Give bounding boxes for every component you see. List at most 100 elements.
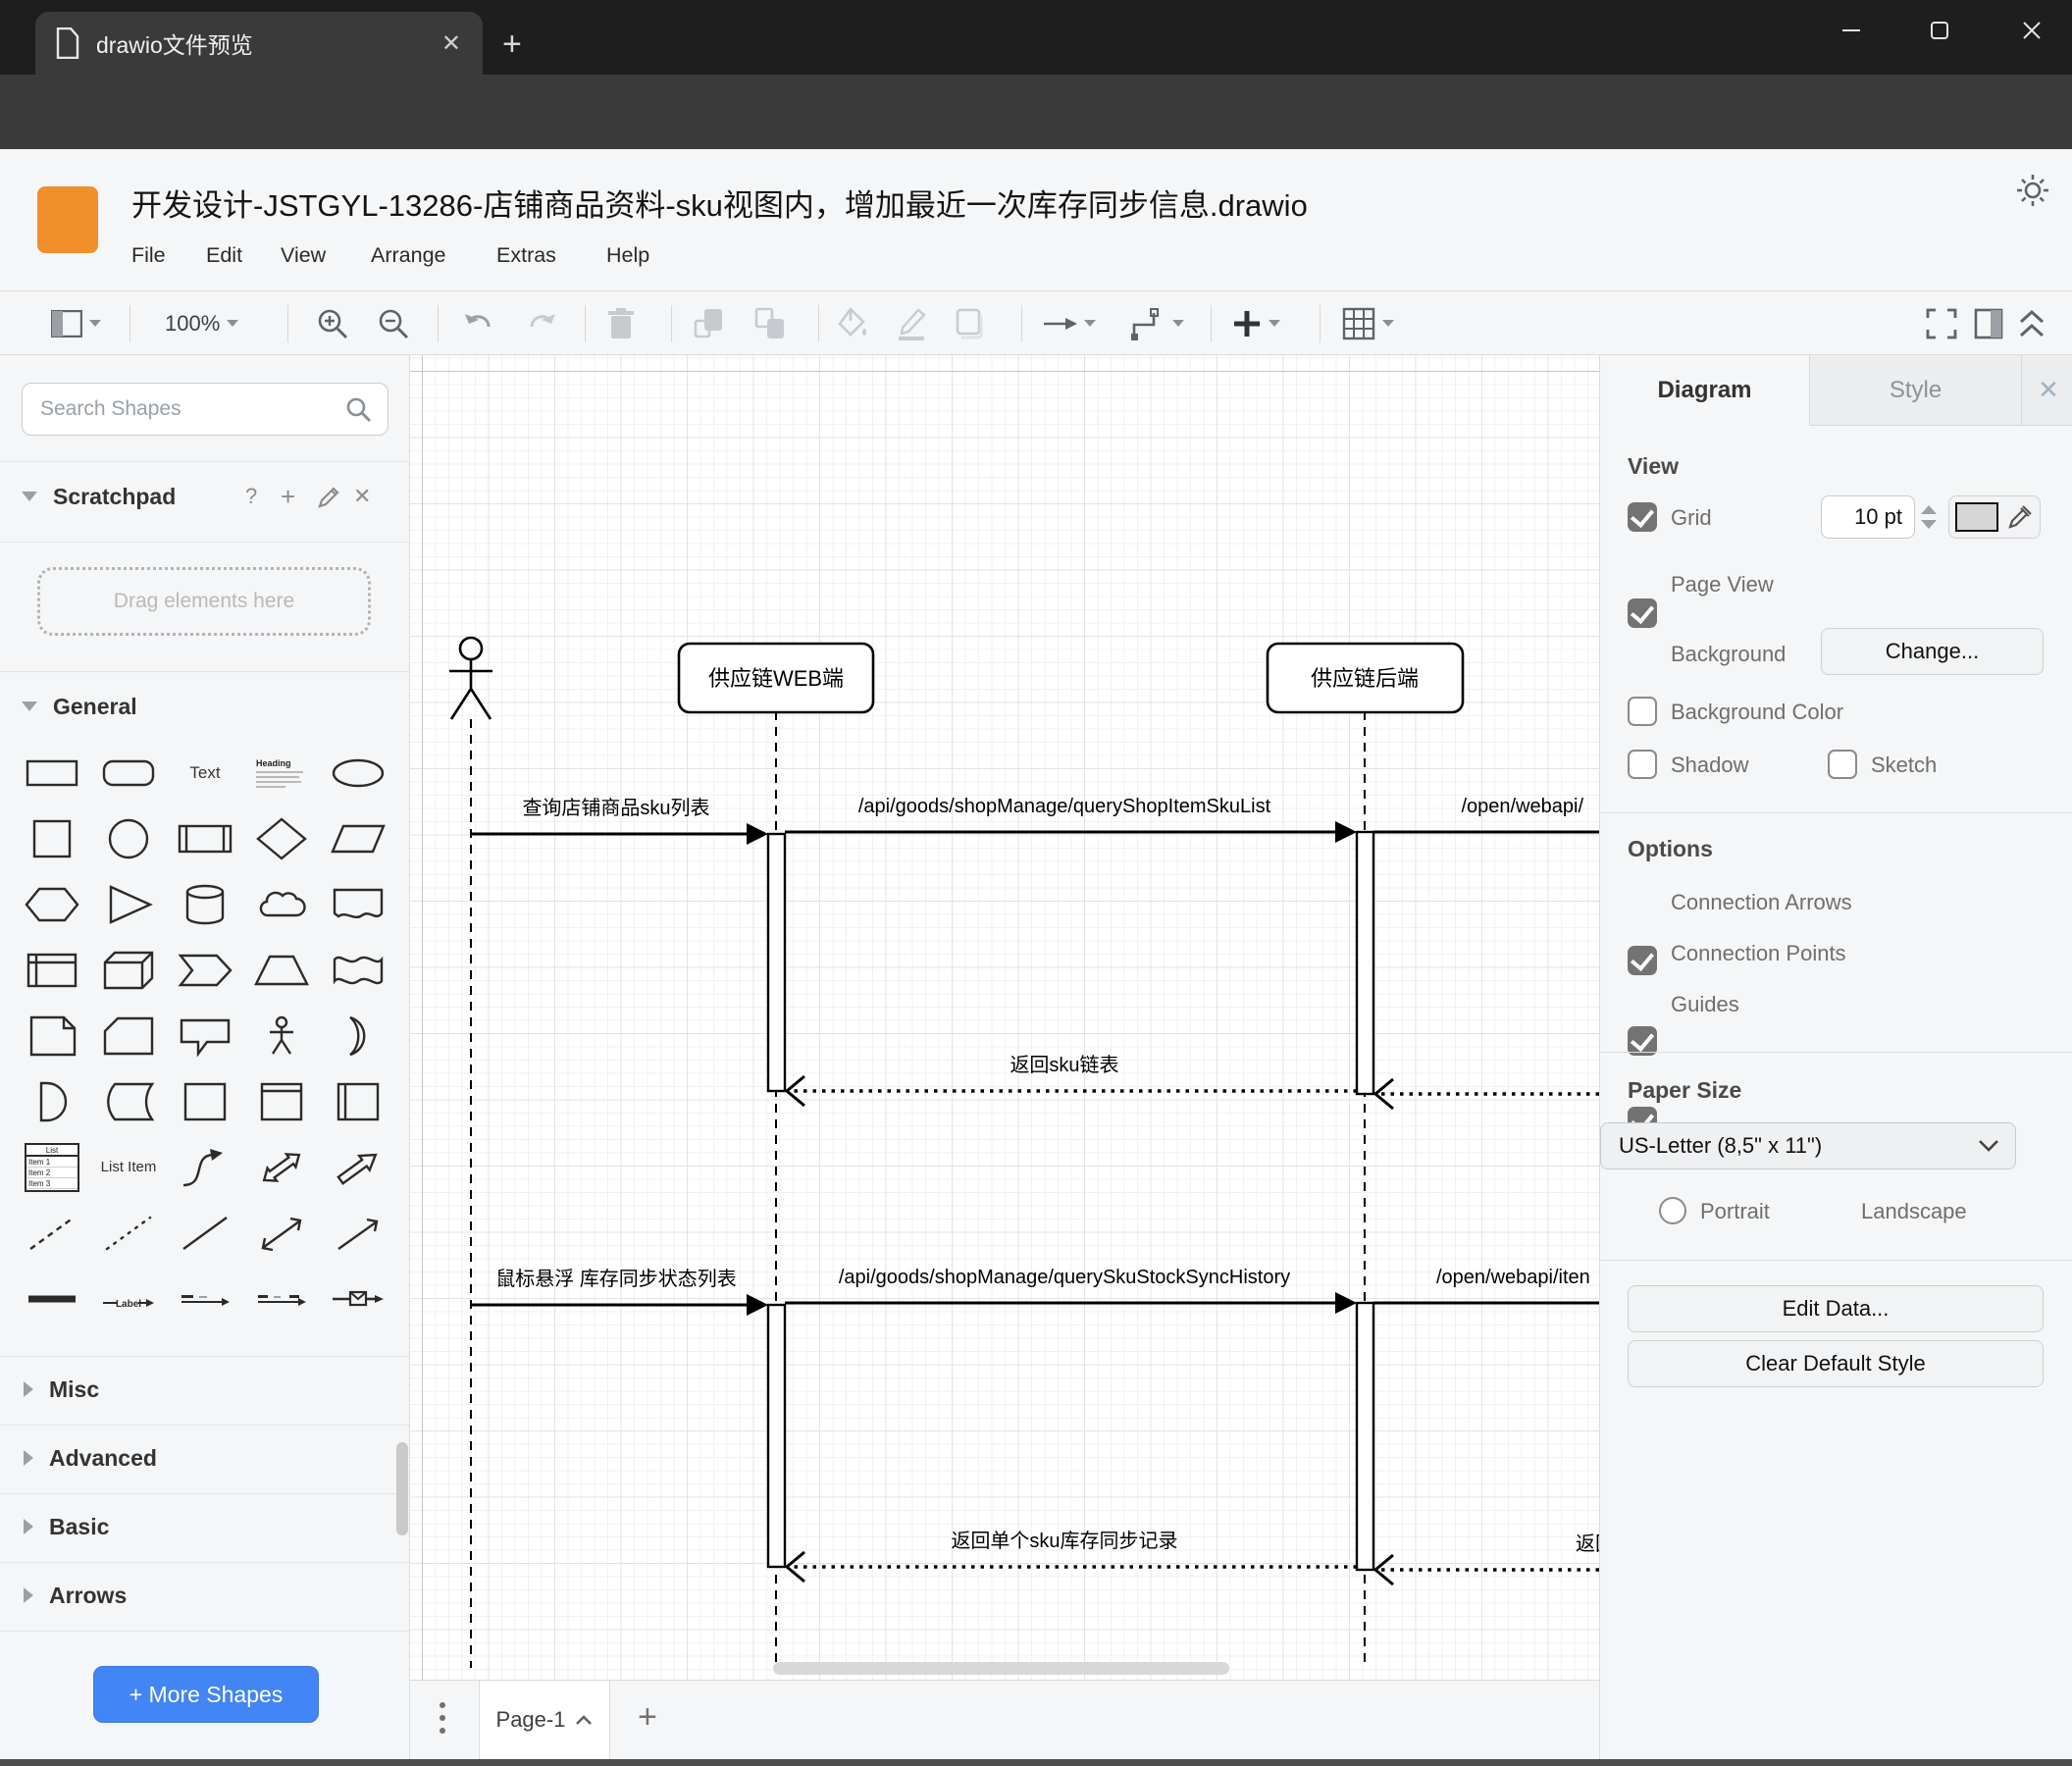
shape-and[interactable]: [14, 1068, 90, 1134]
shape-search[interactable]: [22, 383, 388, 436]
scratchpad-help-icon[interactable]: ?: [245, 484, 257, 509]
table-button[interactable]: [1342, 291, 1394, 355]
shape-labeled-arrow[interactable]: Label: [90, 1266, 167, 1331]
tab-diagram[interactable]: Diagram: [1600, 355, 1810, 426]
to-back-button[interactable]: [753, 291, 787, 355]
shape-curve[interactable]: [167, 1134, 243, 1200]
shape-trapezoid[interactable]: [243, 937, 320, 1003]
message-hover-stock-sync[interactable]: 鼠标悬浮 库存同步状态列表: [471, 1268, 768, 1316]
scratchpad-header[interactable]: Scratchpad ? + ✕: [0, 475, 409, 518]
tab-close-icon[interactable]: ✕: [441, 29, 461, 58]
browser-tab[interactable]: drawio文件预览 ✕: [35, 12, 483, 75]
shape-horizontal-container[interactable]: [320, 1068, 396, 1134]
section-arrows[interactable]: Arrows: [0, 1574, 409, 1617]
shape-cylinder[interactable]: [167, 871, 243, 937]
activation-web-2[interactable]: [766, 1303, 787, 1569]
shape-note[interactable]: [14, 1003, 90, 1068]
insert-button[interactable]: [1232, 291, 1280, 355]
redo-button[interactable]: [524, 291, 559, 355]
shape-bidirectional-connector[interactable]: [243, 1200, 320, 1266]
message-open-webapi-item[interactable]: /open/webapi/iten: [1373, 1267, 1599, 1305]
sidebar-scrollbar[interactable]: [396, 1442, 408, 1535]
shape-triangle[interactable]: [90, 871, 167, 937]
shape-cloud[interactable]: [243, 871, 320, 937]
shape-circle[interactable]: [90, 805, 167, 871]
return-from-right-2[interactable]: 返回: [1373, 1532, 1599, 1586]
page-view-checkbox[interactable]: [1628, 598, 1657, 628]
paper-size-select[interactable]: US-Letter (8,5" x 11"): [1600, 1122, 2016, 1169]
shape-dashed-line[interactable]: [14, 1200, 90, 1266]
shape-process[interactable]: [167, 805, 243, 871]
scratchpad-edit-icon[interactable]: [316, 485, 341, 510]
undo-button[interactable]: [461, 291, 496, 355]
shadow-button[interactable]: [954, 291, 987, 355]
shape-ellipse[interactable]: [320, 740, 396, 805]
page-tab[interactable]: Page-1: [479, 1681, 610, 1759]
participant-backend[interactable]: 供应链后端: [1266, 642, 1465, 714]
waypoint-style-button[interactable]: [1130, 291, 1184, 355]
shape-filled-edge[interactable]: [14, 1266, 90, 1331]
collapse-toolbar-button[interactable]: [2017, 291, 2046, 355]
panel-close-icon[interactable]: ✕: [2024, 355, 2072, 425]
window-maximize-button[interactable]: [1909, 0, 1970, 61]
shape-dotted-line[interactable]: [90, 1200, 167, 1266]
connection-style-button[interactable]: [1042, 291, 1096, 355]
menu-view[interactable]: View: [281, 243, 326, 268]
shape-text[interactable]: Text: [167, 740, 243, 805]
shape-arrow[interactable]: [320, 1134, 396, 1200]
more-shapes-button[interactable]: + More Shapes: [93, 1666, 319, 1723]
shape-parallelogram[interactable]: [320, 805, 396, 871]
shape-directional-connector[interactable]: [320, 1200, 396, 1266]
grid-size-input[interactable]: [1821, 495, 1915, 539]
shape-list-item[interactable]: List Item: [90, 1134, 167, 1200]
shape-container[interactable]: [167, 1068, 243, 1134]
shape-data-storage[interactable]: [90, 1068, 167, 1134]
clear-default-style-button[interactable]: Clear Default Style: [1628, 1340, 2044, 1387]
view-panels-button[interactable]: [51, 291, 101, 355]
shape-hexagon[interactable]: [14, 871, 90, 937]
edit-data-button[interactable]: Edit Data...: [1628, 1285, 2044, 1332]
section-general[interactable]: General: [0, 685, 409, 728]
shape-list[interactable]: List Item 1 Item 2 Item 3: [14, 1134, 90, 1200]
shape-diamond[interactable]: [243, 805, 320, 871]
shape-link-edge[interactable]: [167, 1266, 243, 1331]
fill-color-button[interactable]: [836, 291, 869, 355]
activation-web-1[interactable]: [766, 832, 787, 1093]
section-misc[interactable]: Misc: [0, 1368, 409, 1411]
connection-arrows-checkbox[interactable]: [1628, 946, 1657, 975]
shape-callout[interactable]: [167, 1003, 243, 1068]
section-basic[interactable]: Basic: [0, 1505, 409, 1548]
shape-square[interactable]: [14, 805, 90, 871]
format-panel-toggle-button[interactable]: [1974, 291, 2003, 355]
diagram-canvas[interactable]: 供应链WEB端 供应链后端 查询店铺商品sku列表 /api/goods/sho…: [410, 355, 1599, 1680]
portrait-radio[interactable]: [1659, 1197, 1686, 1224]
menu-extras[interactable]: Extras: [496, 243, 556, 268]
scratchpad-dropzone[interactable]: Drag elements here: [37, 567, 371, 636]
message-query-sku-stock-sync-history-api[interactable]: /api/goods/shopManage/querySkuStockSyncH…: [785, 1267, 1357, 1314]
shape-or[interactable]: [320, 1003, 396, 1068]
sketch-checkbox[interactable]: [1828, 750, 1857, 779]
participant-web[interactable]: 供应链WEB端: [677, 642, 875, 714]
shape-cube[interactable]: [90, 937, 167, 1003]
shape-vertical-container[interactable]: [243, 1068, 320, 1134]
grid-checkbox[interactable]: [1628, 502, 1657, 532]
line-color-button[interactable]: [895, 291, 928, 355]
return-single-sku-sync-record[interactable]: 返回单个sku库存同步记录: [784, 1530, 1357, 1584]
shape-document[interactable]: [320, 871, 396, 937]
grid-size-stepper[interactable]: [1918, 495, 1940, 539]
background-color-checkbox[interactable]: [1628, 697, 1657, 726]
scratchpad-add-icon[interactable]: +: [281, 482, 295, 512]
activation-backend-1[interactable]: [1355, 830, 1375, 1096]
window-minimize-button[interactable]: [1821, 0, 1882, 61]
shadow-checkbox[interactable]: [1628, 750, 1657, 779]
fullscreen-button[interactable]: [1925, 291, 1958, 355]
shape-link-edge-2[interactable]: [243, 1266, 320, 1331]
shape-textbox[interactable]: Heading: [243, 740, 320, 805]
activation-backend-2[interactable]: [1355, 1301, 1375, 1572]
menu-edit[interactable]: Edit: [206, 243, 242, 268]
section-advanced[interactable]: Advanced: [0, 1436, 409, 1480]
menu-help[interactable]: Help: [606, 243, 649, 268]
shape-line[interactable]: [167, 1200, 243, 1266]
to-front-button[interactable]: [693, 291, 726, 355]
zoom-level-button[interactable]: 100%: [165, 291, 239, 355]
